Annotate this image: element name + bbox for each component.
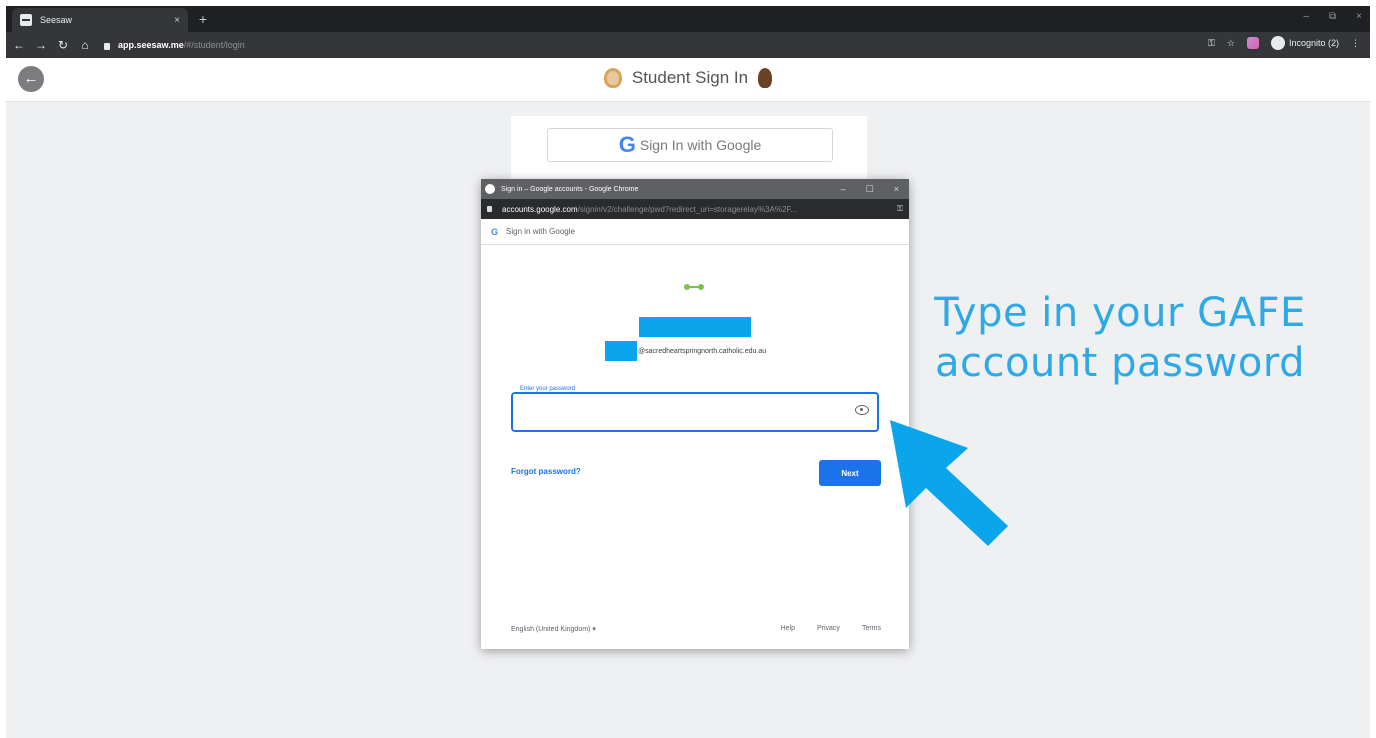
google-button-label: Sign In with Google bbox=[639, 137, 762, 153]
browser-tab[interactable]: Seesaw × bbox=[12, 8, 188, 32]
url-path: /#/student/login bbox=[183, 40, 245, 50]
window-controls: – ⧉ × bbox=[1303, 11, 1362, 22]
pointer-arrow-icon bbox=[890, 420, 1008, 546]
popup-address-bar[interactable]: accounts.google.com /signin/v2/challenge… bbox=[481, 199, 909, 219]
address-bar[interactable]: app.seesaw.me /#/student/login bbox=[104, 35, 245, 55]
footer-links: Help Privacy Terms bbox=[781, 625, 881, 633]
popup-header-text: Sign in with Google bbox=[506, 227, 575, 236]
language-label: English (United Kingdom) bbox=[511, 626, 591, 633]
google-favicon-icon bbox=[485, 184, 495, 194]
toolbar-actions: ⚿ ☆ Incognito (2) ⋮ bbox=[1208, 36, 1360, 50]
account-email: @sacredheartspringnorth.catholic.edu.au bbox=[638, 348, 767, 355]
popup-page-header: G Sign in with Google bbox=[481, 219, 909, 245]
password-label: Enter your password bbox=[517, 386, 579, 392]
popup-minimize-button[interactable]: – bbox=[841, 184, 846, 195]
student-avatar-icon bbox=[758, 68, 773, 88]
incognito-label: Incognito (2) bbox=[1288, 38, 1339, 48]
language-selector[interactable]: English (United Kingdom) ▾ bbox=[511, 625, 781, 633]
url-host: app.seesaw.me bbox=[118, 40, 184, 50]
header-title-group: Student Sign In bbox=[6, 68, 1370, 88]
page-title: Student Sign In bbox=[631, 68, 749, 87]
seesaw-favicon-icon bbox=[20, 14, 32, 26]
tab-close-icon[interactable]: × bbox=[174, 15, 180, 26]
minimize-button[interactable]: – bbox=[1303, 11, 1309, 22]
google-logo-icon: G bbox=[618, 132, 636, 157]
next-button[interactable]: Next bbox=[819, 460, 881, 486]
terms-link[interactable]: Terms bbox=[862, 625, 881, 633]
close-window-button[interactable]: × bbox=[1356, 11, 1362, 22]
popup-close-button[interactable]: × bbox=[894, 184, 899, 195]
student-avatar-icon bbox=[603, 68, 622, 88]
restore-button[interactable]: ⧉ bbox=[1329, 11, 1336, 22]
annotation-line-2: account password bbox=[935, 340, 1305, 386]
browser-tab-strip: Seesaw × + – ⧉ × bbox=[6, 6, 1370, 32]
popup-window-title: Sign in – Google accounts - Google Chrom… bbox=[501, 185, 639, 193]
redacted-name-block bbox=[639, 317, 751, 337]
menu-kebab-icon[interactable]: ⋮ bbox=[1351, 38, 1360, 49]
incognito-profile-button[interactable]: Incognito (2) bbox=[1270, 36, 1339, 50]
show-password-eye-icon[interactable] bbox=[855, 405, 869, 415]
tab-title: Seesaw bbox=[40, 15, 73, 25]
lock-icon bbox=[104, 42, 110, 50]
privacy-link[interactable]: Privacy bbox=[817, 625, 840, 633]
chevron-down-icon: ▾ bbox=[592, 626, 596, 633]
forward-arrow-icon[interactable]: → bbox=[32, 36, 50, 54]
instruction-annotation: Type in your GAFE account password bbox=[930, 288, 1310, 388]
reload-icon[interactable]: ↻ bbox=[54, 36, 72, 54]
new-tab-button[interactable]: + bbox=[194, 10, 212, 28]
google-signin-popup: Sign in – Google accounts - Google Chrom… bbox=[481, 179, 909, 649]
popup-title-bar: Sign in – Google accounts - Google Chrom… bbox=[481, 179, 909, 199]
google-logo-icon: G bbox=[491, 226, 499, 237]
redacted-email-block bbox=[605, 341, 637, 361]
annotation-line-1: Type in your GAFE bbox=[934, 290, 1306, 336]
home-icon[interactable]: ⌂ bbox=[76, 36, 94, 54]
key-icon[interactable]: ⚿ bbox=[897, 204, 903, 214]
sign-in-with-google-button[interactable]: G Sign In with Google bbox=[547, 128, 833, 162]
page-header: ← Student Sign In bbox=[6, 58, 1370, 102]
key-icon[interactable]: ⚿ bbox=[1208, 38, 1215, 49]
incognito-icon bbox=[1270, 36, 1285, 50]
browser-toolbar: ← → ↻ ⌂ app.seesaw.me /#/student/login ⚿… bbox=[6, 32, 1370, 58]
star-icon[interactable]: ☆ bbox=[1227, 38, 1235, 49]
screenshot-frame: Seesaw × + – ⧉ × ← → ↻ ⌂ app.seesaw.me /… bbox=[6, 6, 1370, 738]
extension-icon[interactable] bbox=[1246, 37, 1259, 49]
organization-logo-icon bbox=[684, 284, 704, 290]
help-link[interactable]: Help bbox=[781, 625, 795, 633]
back-arrow-icon[interactable]: ← bbox=[10, 36, 28, 54]
forgot-password-link[interactable]: Forgot password? bbox=[511, 467, 581, 476]
popup-url-path: /signin/v2/challenge/pwd?redirect_uri=st… bbox=[577, 204, 798, 214]
lock-icon bbox=[487, 206, 492, 212]
popup-window-controls: – ☐ × bbox=[841, 184, 899, 195]
popup-maximize-button[interactable]: ☐ bbox=[866, 184, 874, 195]
popup-url-host: accounts.google.com bbox=[502, 204, 578, 214]
password-input[interactable] bbox=[511, 392, 879, 432]
popup-footer: English (United Kingdom) ▾ Help Privacy … bbox=[511, 625, 881, 633]
